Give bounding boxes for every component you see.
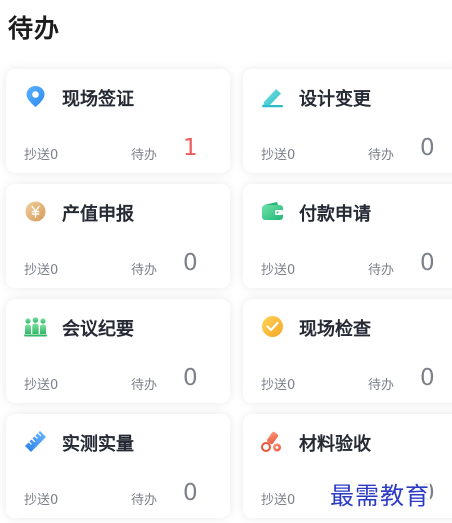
todo-label: 待办 bbox=[368, 263, 395, 278]
cc-count: 抄送0 bbox=[24, 493, 59, 508]
card-title: 材料验收 bbox=[299, 434, 371, 455]
todo-count: 0 bbox=[420, 135, 435, 161]
todo-label: 待办 bbox=[368, 148, 395, 163]
page-title: 待办 bbox=[8, 14, 61, 43]
watermark: 最需教育 bbox=[330, 476, 430, 511]
card-site-visa[interactable]: 现场签证 抄送0 待办 1 bbox=[6, 69, 230, 173]
todo-label: 待办 bbox=[131, 378, 158, 393]
cc-count: 抄送0 bbox=[261, 493, 296, 508]
todo-count: 0 bbox=[420, 365, 435, 391]
meeting-people-icon bbox=[23, 314, 48, 339]
card-title: 设计变更 bbox=[299, 89, 371, 110]
cc-count: 抄送0 bbox=[24, 148, 59, 163]
todo-label: 待办 bbox=[131, 263, 158, 278]
ruler-icon bbox=[23, 429, 48, 454]
card-payment-request[interactable]: 付款申请 抄送0 待办 0 bbox=[243, 184, 452, 288]
card-meeting-minutes[interactable]: 会议纪要 抄送0 待办 0 bbox=[6, 299, 230, 403]
yen-coin-icon bbox=[23, 199, 48, 224]
todo-count: 0 bbox=[183, 480, 198, 506]
cc-count: 抄送0 bbox=[261, 263, 296, 278]
todo-label: 待办 bbox=[131, 493, 158, 508]
check-circle-icon bbox=[260, 314, 285, 339]
card-design-change[interactable]: 设计变更 抄送0 待办 0 bbox=[243, 69, 452, 173]
location-pin-icon bbox=[23, 84, 48, 109]
todo-count: 1 bbox=[183, 135, 198, 161]
card-title: 实测实量 bbox=[62, 434, 134, 455]
card-measurement[interactable]: 实测实量 抄送0 待办 0 bbox=[6, 414, 230, 518]
cc-count: 抄送0 bbox=[261, 148, 296, 163]
card-title: 产值申报 bbox=[62, 204, 134, 225]
pencil-icon bbox=[260, 84, 285, 109]
todo-count: 0 bbox=[183, 365, 198, 391]
card-title: 现场签证 bbox=[62, 89, 134, 110]
todo-count: 0 bbox=[420, 250, 435, 276]
card-site-inspection[interactable]: 现场检查 抄送0 待办 0 bbox=[243, 299, 452, 403]
card-title: 会议纪要 bbox=[62, 319, 134, 340]
wallet-icon bbox=[260, 199, 285, 224]
cc-count: 抄送0 bbox=[24, 263, 59, 278]
todo-count: 0 bbox=[183, 250, 198, 276]
card-title: 付款申请 bbox=[299, 204, 371, 225]
materials-icon bbox=[260, 429, 285, 454]
todo-label: 待办 bbox=[368, 378, 395, 393]
card-output-report[interactable]: 产值申报 抄送0 待办 0 bbox=[6, 184, 230, 288]
card-title: 现场检查 bbox=[299, 319, 371, 340]
cc-count: 抄送0 bbox=[261, 378, 296, 393]
todo-label: 待办 bbox=[131, 148, 158, 163]
cc-count: 抄送0 bbox=[24, 378, 59, 393]
